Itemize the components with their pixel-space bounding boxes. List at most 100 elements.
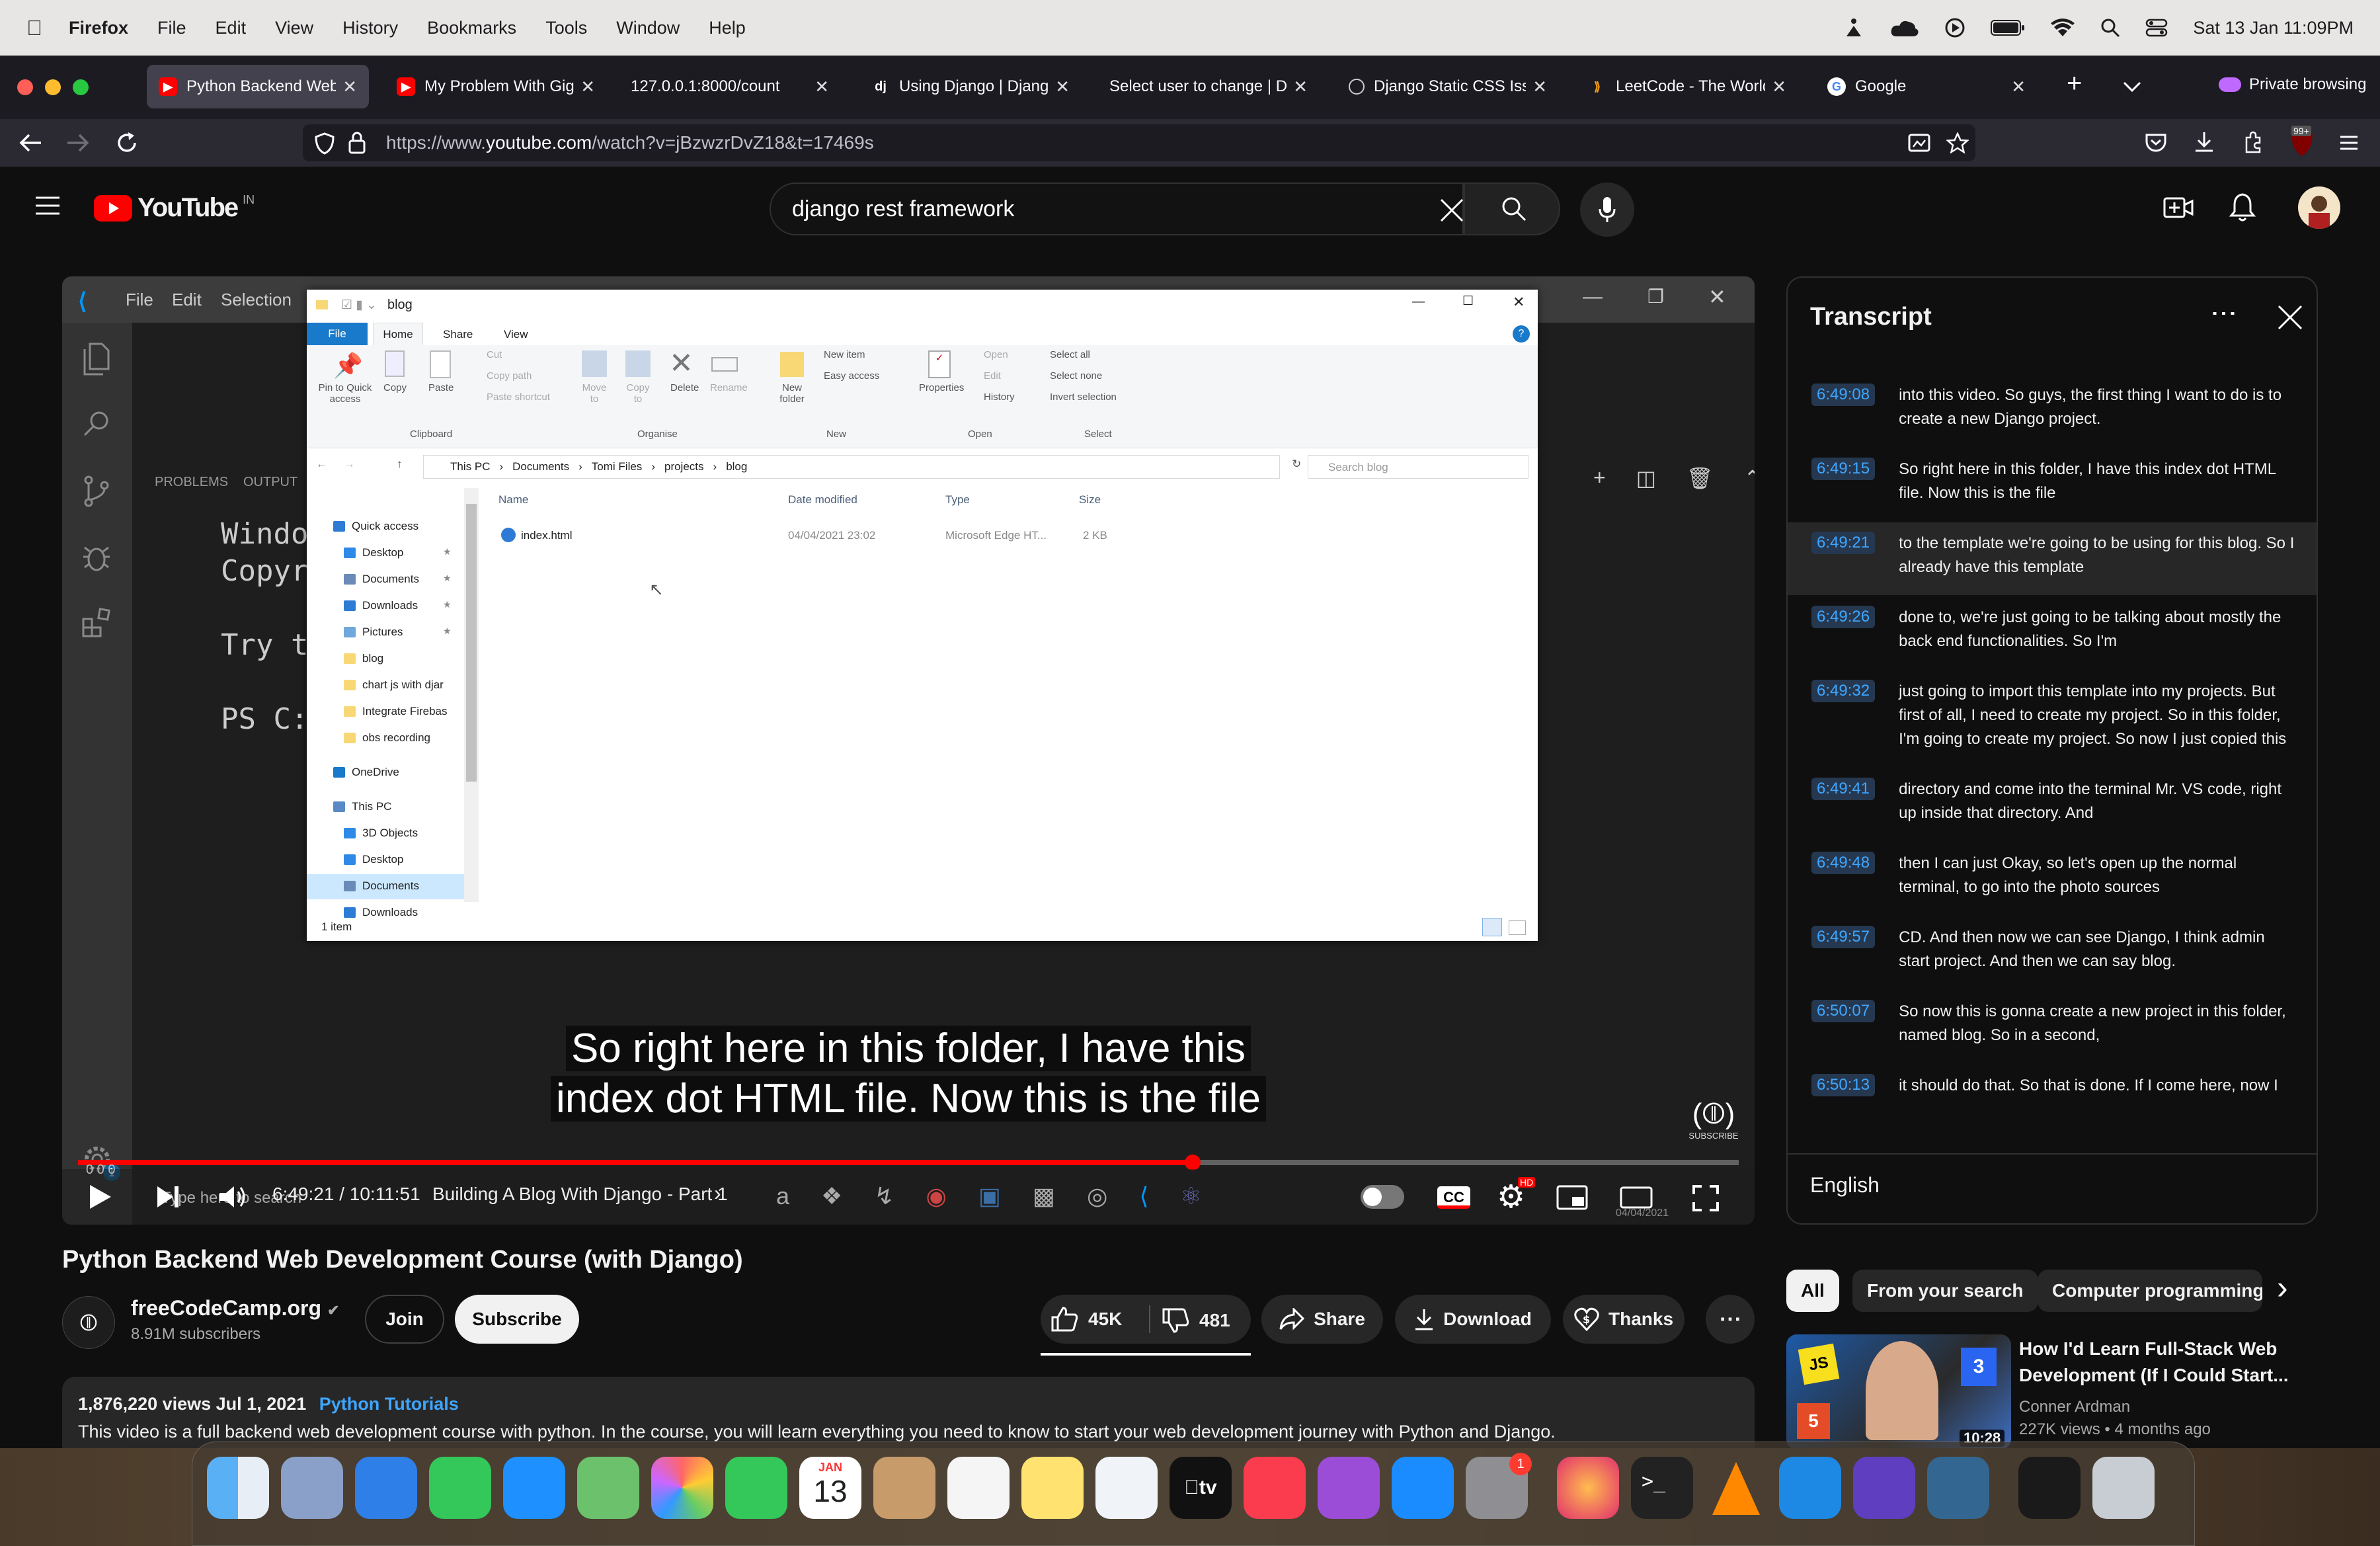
notes-icon[interactable] — [1021, 1457, 1084, 1519]
finder-icon[interactable] — [207, 1457, 269, 1519]
zoom-window-button[interactable] — [73, 79, 89, 95]
obsidian-icon[interactable] — [1853, 1457, 1915, 1519]
create-video-icon[interactable] — [2163, 194, 2194, 221]
minimize-window-button[interactable] — [45, 79, 61, 95]
next-video-icon[interactable] — [156, 1185, 180, 1209]
launchpad-icon[interactable] — [281, 1457, 343, 1519]
related-video-channel[interactable]: Conner Ardman — [2019, 1398, 2130, 1416]
miniplayer-icon[interactable] — [1556, 1185, 1588, 1210]
tab-localhost-count[interactable]: 127.0.0.1:8000/count ✕ — [619, 65, 841, 108]
subscribe-button[interactable]: Subscribe — [455, 1295, 579, 1344]
tracking-shield-icon[interactable] — [315, 132, 335, 155]
transcript-segment[interactable]: 6:50:07 So now this is gonna create a new… — [1788, 991, 2317, 1063]
segment-timestamp[interactable]: 6:49:48 — [1811, 852, 1876, 874]
control-center-icon[interactable] — [2145, 18, 2168, 38]
volume-icon[interactable] — [218, 1184, 247, 1210]
chip-from-your-search[interactable]: From your search — [1852, 1270, 2038, 1312]
trash-icon[interactable] — [2092, 1457, 2155, 1519]
spotlight-search-icon[interactable] — [2100, 18, 2120, 38]
menu-edit[interactable]: Edit — [216, 18, 247, 38]
facetime-icon[interactable] — [725, 1457, 787, 1519]
related-video-title[interactable]: How I'd Learn Full-Stack Web Development… — [2019, 1336, 2310, 1389]
close-tab-icon[interactable]: ✕ — [580, 77, 595, 97]
terminal-icon[interactable]: >_ — [1631, 1457, 1693, 1519]
clear-search-icon[interactable] — [1439, 197, 1465, 224]
close-transcript-icon[interactable] — [2277, 304, 2303, 331]
downloads-icon[interactable] — [2194, 131, 2215, 153]
progress-scrubber[interactable] — [1184, 1155, 1201, 1170]
freeform-icon[interactable] — [1095, 1457, 1158, 1519]
url-text[interactable]: https://www.youtube.com/watch?v=jBzwzrDv… — [386, 132, 874, 153]
close-window-button[interactable] — [17, 79, 33, 95]
mail-icon[interactable] — [503, 1457, 565, 1519]
tv-icon[interactable]: tv — [1170, 1457, 1232, 1519]
tab-select-user[interactable]: Select user to change | Dja ✕ — [1097, 65, 1320, 108]
channel-watermark[interactable]: (⦷) SUBSCRIBE — [1687, 1098, 1740, 1141]
reader-view-icon[interactable] — [1908, 134, 1930, 152]
address-bar[interactable]: https://www.youtube.com/watch?v=jBzwzrDv… — [303, 124, 1975, 161]
transcript-segment[interactable]: 6:49:41 directory and come into the termi… — [1788, 768, 2317, 841]
close-tab-icon[interactable]: ✕ — [2011, 77, 2026, 97]
wifi-icon[interactable] — [2050, 18, 2075, 38]
battery-icon[interactable] — [1991, 19, 2025, 36]
close-tab-icon[interactable]: ✕ — [814, 77, 829, 97]
dislike-button[interactable]: 481 — [1162, 1308, 1230, 1333]
safari-icon[interactable] — [355, 1457, 417, 1519]
system-settings-icon[interactable]: 1 — [1466, 1453, 1532, 1519]
ublock-extension-button[interactable]: 99+ — [2289, 126, 2315, 157]
music-icon[interactable] — [1244, 1457, 1306, 1519]
play-icon[interactable] — [89, 1184, 112, 1210]
menu-tools[interactable]: Tools — [545, 18, 587, 38]
pgadmin-icon[interactable] — [1927, 1457, 1989, 1519]
segment-timestamp[interactable]: 6:49:26 — [1811, 606, 1876, 628]
youtube-logo[interactable]: YouTube IN — [94, 193, 255, 223]
pocket-icon[interactable] — [2145, 132, 2167, 153]
menu-app-name[interactable]: Firefox — [69, 18, 128, 38]
closed-captions-button[interactable]: CC — [1437, 1186, 1470, 1209]
transcript-segment[interactable]: 6:49:26 done to, we're just going to be t… — [1788, 596, 2317, 669]
transcript-segment[interactable]: 6:49:48 then I can just Okay, so let's op… — [1788, 842, 2317, 915]
search-button[interactable] — [1464, 183, 1560, 235]
transcript-segment[interactable]: 6:49:57 CD. And then now we can see Djang… — [1788, 916, 2317, 989]
tab-using-django[interactable]: dj Using Django | Django d ✕ — [859, 65, 1082, 108]
chips-next-chevron-icon[interactable]: › — [2277, 1268, 2288, 1307]
transcript-language[interactable]: English — [1810, 1173, 1880, 1198]
segment-timestamp[interactable]: 6:50:13 — [1811, 1074, 1876, 1096]
hamburger-menu-icon[interactable] — [2339, 135, 2359, 151]
menu-bookmarks[interactable]: Bookmarks — [427, 18, 516, 38]
autoplay-toggle[interactable] — [1361, 1185, 1404, 1209]
video-player[interactable]: ⟨ File Edit Selection — ❐ ✕ 1 PROBLEMS O… — [62, 276, 1755, 1225]
guide-menu-icon[interactable] — [34, 196, 61, 216]
transcript-segment[interactable]: 6:49:15 So right here in this folder, I h… — [1788, 448, 2317, 521]
segment-timestamp[interactable]: 6:49:57 — [1811, 926, 1876, 948]
segment-timestamp[interactable]: 6:50:07 — [1811, 1000, 1876, 1022]
tab-my-problem[interactable]: ▶ My Problem With Giggui ✕ — [385, 65, 607, 108]
account-avatar[interactable] — [2298, 186, 2340, 229]
thanks-button[interactable]: $ Thanks — [1563, 1295, 1685, 1344]
share-button[interactable]: Share — [1261, 1295, 1383, 1344]
apple-icon[interactable]:  — [26, 16, 42, 40]
play-circle-icon[interactable] — [1944, 17, 1965, 38]
segment-timestamp[interactable]: 6:49:41 — [1811, 778, 1876, 800]
cloud-icon[interactable] — [1890, 18, 1919, 38]
progress-bar[interactable] — [78, 1155, 1739, 1170]
segment-timestamp[interactable]: 6:49:32 — [1811, 680, 1876, 702]
menubar-clock[interactable]: Sat 13 Jan 11:09PM — [2193, 18, 2354, 38]
extensions-icon[interactable] — [2242, 131, 2264, 153]
related-video-thumbnail[interactable]: JS 3 5 10:28 — [1786, 1334, 2011, 1449]
maps-icon[interactable] — [577, 1457, 639, 1519]
theater-mode-icon[interactable] — [1620, 1186, 1653, 1209]
list-all-tabs-icon[interactable] — [2122, 81, 2142, 94]
tab-django-static-css[interactable]: Django Static CSS Issu ✕ — [1337, 65, 1559, 108]
vlc-icon[interactable] — [1705, 1457, 1767, 1519]
new-tab-button[interactable]: + — [2067, 69, 2082, 99]
menu-history[interactable]: History — [342, 18, 398, 38]
transcript-segment[interactable]: 6:49:21 to the template we're going to be… — [1788, 522, 2317, 595]
app-store-icon[interactable] — [1392, 1457, 1454, 1519]
calendar-icon[interactable]: JAN 13 — [799, 1457, 861, 1519]
tab-leetcode[interactable]: ⟫ LeetCode - The World's ✕ — [1576, 65, 1798, 108]
fullscreen-icon[interactable] — [1692, 1185, 1719, 1211]
transcript-segment[interactable]: 6:50:13 it should do that. So that is don… — [1788, 1065, 2317, 1102]
channel-avatar[interactable]: ⦷ — [62, 1296, 115, 1349]
close-tab-icon[interactable]: ✕ — [1055, 77, 1070, 97]
